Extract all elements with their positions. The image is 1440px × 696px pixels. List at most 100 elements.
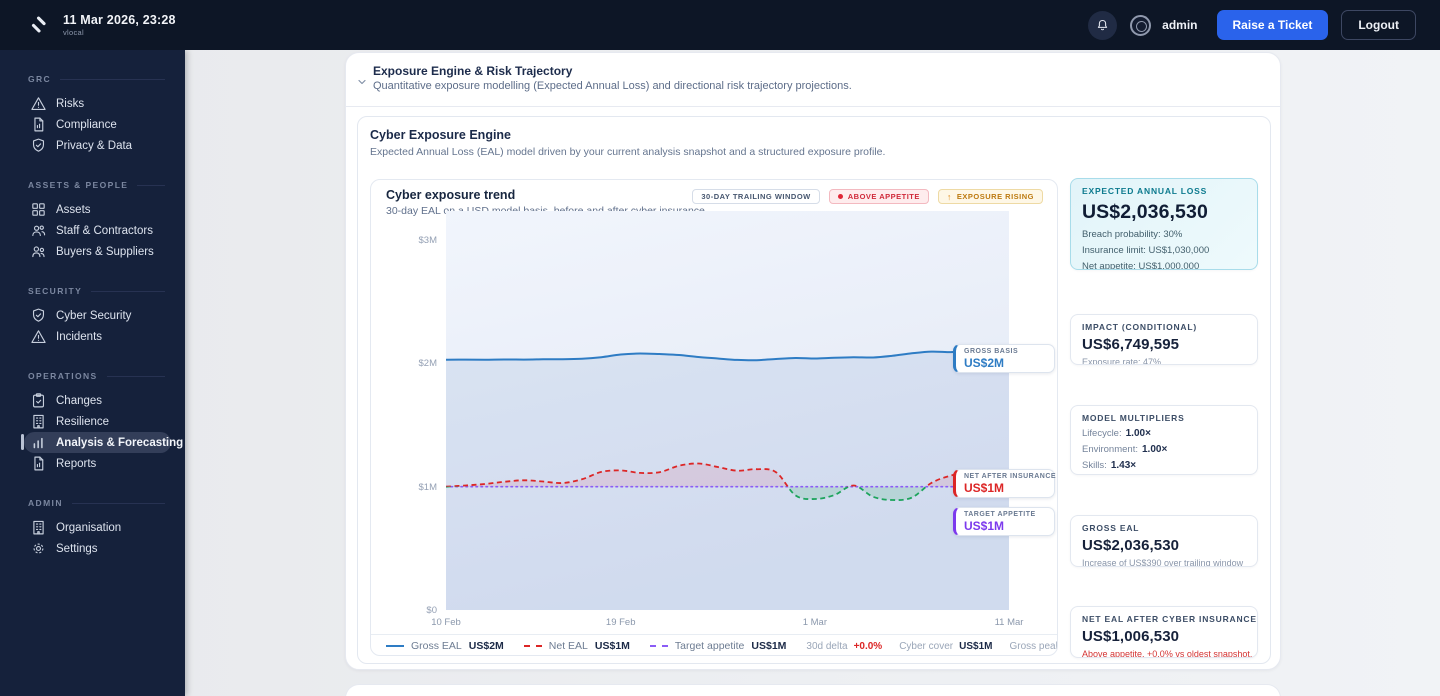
legend-item-net-eal: Net EAL US$1M <box>523 640 630 652</box>
callout-value: US$2M <box>964 356 1005 370</box>
multiplier-value: 1.43× <box>1110 460 1137 471</box>
badge-label: EXPOSURE RISING <box>956 192 1034 201</box>
stat-value: US$1M <box>959 640 993 652</box>
bell-icon <box>1095 18 1110 33</box>
sidebar-section-label: GRC <box>28 74 52 84</box>
metric-card-line: Breach probability: 30% <box>1082 229 1183 240</box>
stat-label: Gross peak <box>1009 640 1058 652</box>
section-divider-line <box>60 78 165 80</box>
logout-button[interactable]: Logout <box>1341 10 1416 40</box>
metric-card-line: Above appetite. +0.0% vs oldest snapshot… <box>1082 649 1253 658</box>
user-avatar[interactable] <box>1130 14 1152 36</box>
sidebar-item-settings[interactable]: Settings <box>24 538 171 559</box>
section-panel-exposure-engine: Exposure Engine & Risk Trajectory Quanti… <box>345 52 1281 670</box>
boxes-icon <box>30 201 47 218</box>
gear-icon <box>30 540 47 557</box>
sidebar-item-cyber-security[interactable]: Cyber Security <box>24 305 171 326</box>
active-indicator <box>21 434 24 450</box>
metric-card-label: GROSS EAL <box>1082 523 1140 533</box>
dashed-purple-swatch-icon <box>649 645 668 647</box>
badge-above-appetite: ABOVE APPETITE <box>828 189 929 204</box>
people-two-icon <box>30 243 47 260</box>
notifications-button[interactable] <box>1088 10 1118 40</box>
sidebar-section-label: ADMIN <box>28 498 63 508</box>
cyber-exposure-engine-card: Cyber Exposure Engine Expected Annual Lo… <box>357 116 1271 664</box>
sidebar-item-privacy-data[interactable]: Privacy & Data <box>24 135 171 156</box>
sidebar-item-analysis-forecasting[interactable]: Analysis & Forecasting <box>21 432 183 453</box>
sidebar-section-header: GRC <box>28 73 165 85</box>
section-divider-line <box>71 502 165 504</box>
chart-title: Cyber exposure trend <box>386 188 516 202</box>
sidebar-item-organisation[interactable]: Organisation <box>24 517 171 538</box>
x-tick-label: 11 Mar <box>994 617 1024 628</box>
metric-card-value: US$1,006,530 <box>1082 628 1180 645</box>
callout-gross-basis: GROSS BASIS US$2M <box>953 344 1055 373</box>
sidebar-item-label: Organisation <box>56 521 122 534</box>
badge-label: 30-DAY TRAILING WINDOW <box>701 192 811 201</box>
sidebar-item-label: Staff & Contractors <box>56 224 153 237</box>
sidebar-item-label: Risks <box>56 97 85 110</box>
warning-triangle-icon <box>30 95 47 112</box>
sidebar-item-label: Reports <box>56 457 97 470</box>
sidebar-item-compliance[interactable]: Compliance <box>24 114 171 135</box>
stat-label: 30d delta <box>806 640 848 652</box>
metric-card-label: NET EAL AFTER CYBER INSURANCE <box>1082 614 1257 624</box>
brand: 11 Mar 2026, 23:28 vlocal <box>28 13 176 37</box>
sidebar-item-buyers-suppliers[interactable]: Buyers & Suppliers <box>24 241 171 262</box>
metric-card-line: Net appetite: US$1,000,000 <box>1082 261 1200 270</box>
stat-cyber-cover: Cyber cover US$1M <box>899 641 992 652</box>
clock-date: 11 Mar 2026, 23:28 <box>63 13 176 27</box>
raise-ticket-button[interactable]: Raise a Ticket <box>1216 10 1329 40</box>
sidebar-item-label: Settings <box>56 542 98 555</box>
chart-plot-area <box>446 211 1009 610</box>
shield-check-icon <box>30 307 47 324</box>
username-label: admin <box>1162 18 1198 32</box>
metric-card-impact-conditional: IMPACT (CONDITIONAL) US$6,749,595 Exposure… <box>1070 314 1258 365</box>
legend-value: US$1M <box>594 640 630 652</box>
x-tick-label: 19 Feb <box>605 617 636 628</box>
sidebar-section-header: SECURITY <box>28 285 165 297</box>
badge-exposure-rising: ↑ EXPOSURE RISING <box>937 189 1043 204</box>
sidebar-item-label: Buyers & Suppliers <box>56 245 154 258</box>
sidebar-item-risks[interactable]: Risks <box>24 93 171 114</box>
sidebar-section-security: SECURITY Cyber Security Incidents <box>0 262 185 347</box>
sidebar-item-assets[interactable]: Assets <box>24 199 171 220</box>
section-divider-line <box>91 290 165 292</box>
metric-card-line: Increase of US$390 over trailing window <box>1082 558 1244 567</box>
sidebar: GRC Risks Compliance Privacy & Data ASSETS &… <box>0 50 185 696</box>
section-divider-line <box>137 184 165 186</box>
callout-net-after-insurance: NET AFTER INSURANCE US$1M <box>953 469 1057 498</box>
sidebar-item-label: Compliance <box>56 118 117 131</box>
multiplier-value: 1.00× <box>1125 428 1151 439</box>
multiplier-row: Environment: 1.00× <box>1082 444 1246 455</box>
arrow-up-icon: ↑ <box>946 191 952 202</box>
stat-value: +0.0% <box>853 640 883 652</box>
sidebar-item-staff-contractors[interactable]: Staff & Contractors <box>24 220 171 241</box>
legend-label: Gross EAL <box>411 640 462 652</box>
badge-30-day-trailing-window: 30-DAY TRAILING WINDOW <box>692 189 820 204</box>
collapse-chevron-down-icon[interactable] <box>356 76 368 88</box>
bar-chart-icon <box>30 434 47 451</box>
legend-label: Target appetite <box>674 640 745 652</box>
sidebar-item-label: Assets <box>56 203 91 216</box>
metric-card-net-eal-after-cyber-insurance: NET EAL AFTER CYBER INSURANCE US$1,006,53… <box>1070 606 1258 658</box>
sidebar-item-reports[interactable]: Reports <box>24 453 171 474</box>
callout-label: TARGET APPETITE <box>964 511 1036 518</box>
sidebar-item-incidents[interactable]: Incidents <box>24 326 171 347</box>
section-subtitle: Quantitative exposure modelling (Expecte… <box>373 80 852 92</box>
callout-label: GROSS BASIS <box>964 348 1019 355</box>
divider <box>346 106 1280 107</box>
metric-card-label: IMPACT (CONDITIONAL) <box>1082 322 1197 332</box>
exposure-trend-chart-card: Cyber exposure trend 30-day EAL on a USD… <box>370 179 1058 656</box>
x-tick-label: 10 Feb <box>431 617 461 628</box>
metric-cards-column: EXPECTED ANNUAL LOSS US$2,036,530 Breach p… <box>1070 178 1258 658</box>
callout-label: NET AFTER INSURANCE <box>964 473 1057 480</box>
sidebar-section-label: ASSETS & PEOPLE <box>28 180 129 190</box>
metric-card-value: US$2,036,530 <box>1082 537 1180 554</box>
sidebar-item-resilience[interactable]: Resilience <box>24 411 171 432</box>
section-title: Exposure Engine & Risk Trajectory <box>373 64 573 78</box>
sidebar-item-changes[interactable]: Changes <box>24 390 171 411</box>
sidebar-item-label: Analysis & Forecasting <box>56 436 184 449</box>
metric-card-gross-eal: GROSS EAL US$2,036,530 Increase of US$390 … <box>1070 515 1258 567</box>
warning-triangle-icon <box>30 328 47 345</box>
